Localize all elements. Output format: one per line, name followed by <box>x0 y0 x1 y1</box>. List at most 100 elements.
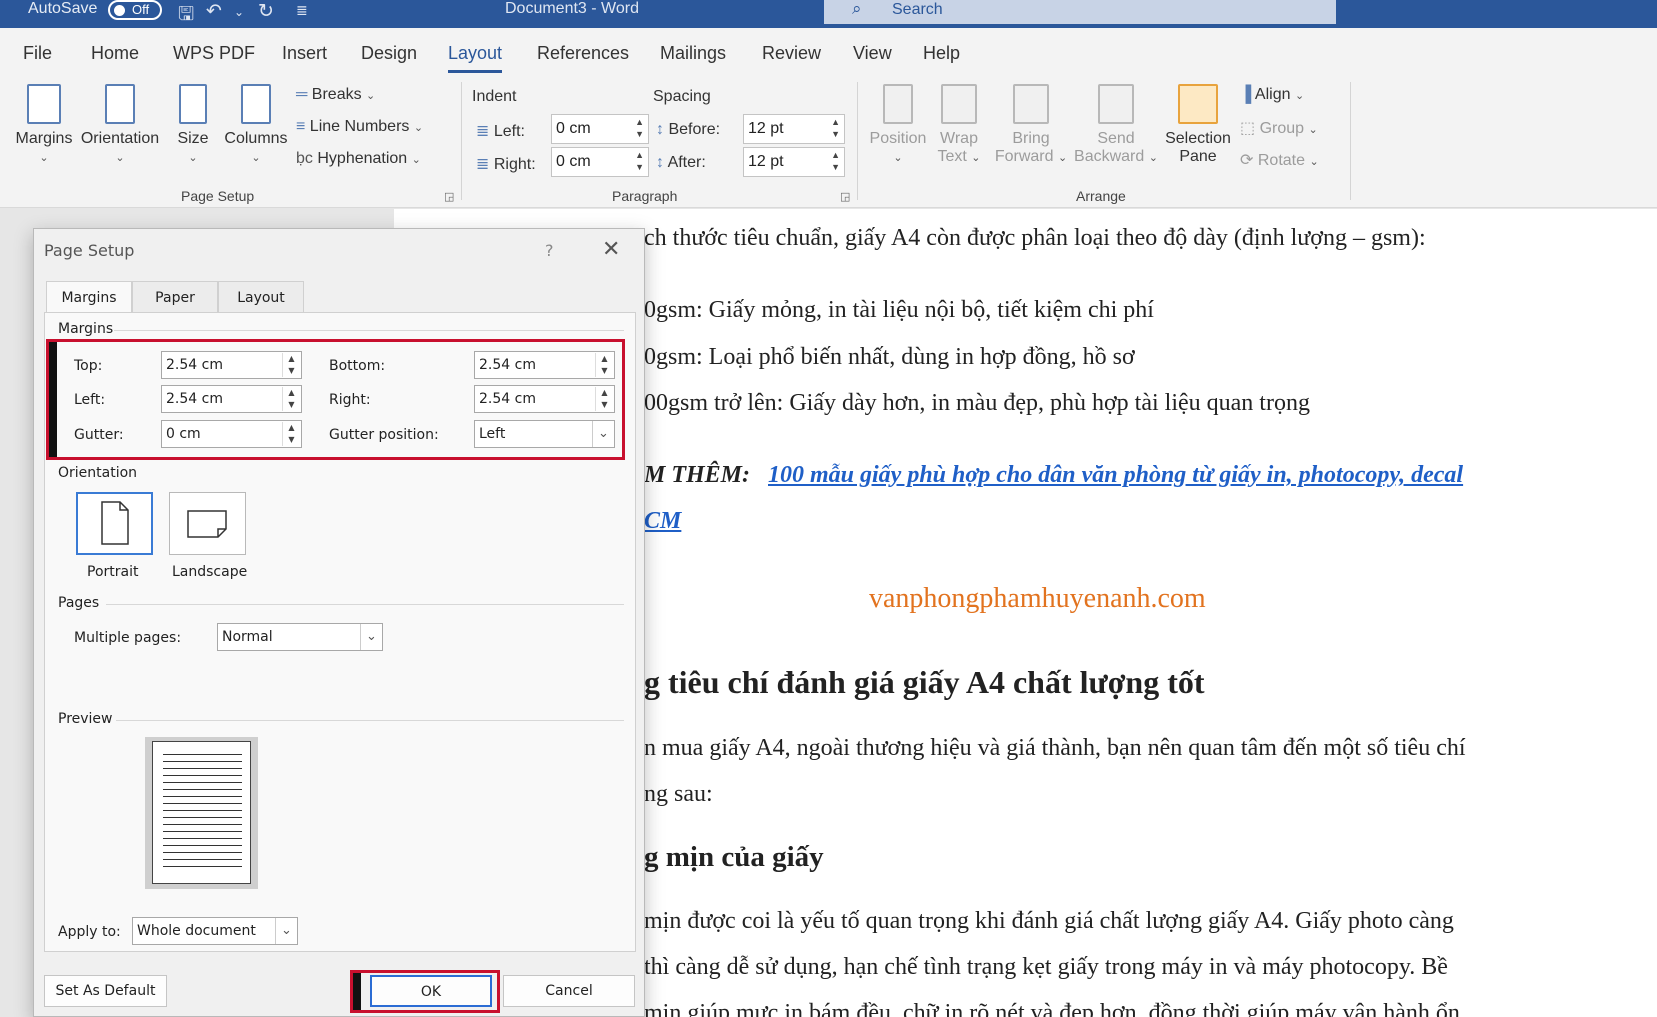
columns-button[interactable]: Columns ⌄ <box>222 84 290 166</box>
send-backward-label-1: Send <box>1097 130 1135 147</box>
autosave-toggle[interactable]: Off <box>108 0 162 20</box>
see-more-link-cont[interactable]: CM <box>644 508 681 535</box>
see-more-link[interactable]: 100 mẫu giấy phù hợp cho dân văn phòng t… <box>768 462 1463 489</box>
tab-references[interactable]: References <box>537 43 629 64</box>
tab-home[interactable]: Home <box>91 43 139 64</box>
tab-design[interactable]: Design <box>361 43 417 64</box>
gutter-position-select[interactable]: Left ⌄ <box>474 420 615 448</box>
spinner-arrows-icon[interactable]: ▲ ▼ <box>282 422 300 446</box>
tab-file[interactable]: File <box>23 43 52 64</box>
preview-line <box>163 866 242 867</box>
right-margin-input[interactable]: 2.54 cm ▲ ▼ <box>474 385 615 413</box>
search-icon: ⌕ <box>852 0 862 18</box>
spinner-arrows-icon[interactable]: ▲ ▼ <box>282 353 300 377</box>
preview-line <box>163 838 242 839</box>
page-setup-group-label: Page Setup <box>181 188 255 204</box>
left-margin-input[interactable]: 2.54 cm ▲ ▼ <box>161 385 302 413</box>
align-button[interactable]: ▐ Align ⌄ <box>1240 86 1304 104</box>
paragraph-launcher-icon[interactable]: ◲ <box>840 190 850 203</box>
search-box[interactable]: ⌕ Search <box>824 0 1336 24</box>
orientation-section-label: Orientation <box>58 465 138 481</box>
margins-button[interactable]: Margins ⌄ <box>12 84 76 166</box>
redo-icon[interactable]: ↻ <box>258 0 274 23</box>
undo-icon[interactable]: ↶ <box>206 0 222 23</box>
spacing-after-input[interactable]: 12 pt ▲ ▼ <box>743 147 845 177</box>
spinner-arrows-icon[interactable]: ▲ ▼ <box>595 353 613 377</box>
send-backward-button[interactable]: Send Backward ⌄ <box>1070 84 1162 166</box>
hyphenation-button[interactable]: ḅc Hyphenation ⌄ <box>296 150 421 168</box>
spacing-after-label: ↕ After: <box>656 154 706 172</box>
tab-review[interactable]: Review <box>762 43 821 64</box>
spinner-arrows-icon[interactable]: ▲ ▼ <box>831 116 840 140</box>
help-icon[interactable]: ? <box>545 241 554 260</box>
spacing-before-text: Before: <box>668 121 721 138</box>
spinner-arrows-icon[interactable]: ▲ ▼ <box>595 387 613 411</box>
chevron-down-icon: ⌄ <box>411 154 421 166</box>
multiple-pages-select[interactable]: Normal ⌄ <box>217 623 383 651</box>
ribbon-tabs: File Home WPS PDF Insert Design Layout R… <box>0 28 1657 76</box>
bring-forward-icon <box>1013 84 1049 124</box>
tab-insert[interactable]: Insert <box>282 43 327 64</box>
rotate-button[interactable]: ⟳ Rotate ⌄ <box>1240 150 1319 170</box>
tab-mailings[interactable]: Mailings <box>660 43 726 64</box>
page-setup-launcher-icon[interactable]: ◲ <box>444 190 454 203</box>
orientation-button[interactable]: Orientation ⌄ <box>78 84 162 166</box>
line-numbers-button[interactable]: ≡ Line Numbers ⌄ <box>296 118 423 136</box>
spinner-arrows-icon[interactable]: ▲ ▼ <box>831 149 840 173</box>
breaks-button[interactable]: ═ Breaks ⌄ <box>296 86 375 104</box>
indent-right-input[interactable]: 0 cm ▲ ▼ <box>551 147 649 177</box>
tab-dialog-layout[interactable]: Layout <box>218 281 304 313</box>
doc-paragraph: n mua giấy A4, ngoài thương hiệu và giá … <box>644 735 1466 761</box>
tab-layout[interactable]: Layout <box>448 43 503 73</box>
chevron-down-icon[interactable]: ⌄ <box>360 624 382 650</box>
multiple-pages-label: Multiple pages: <box>74 630 182 646</box>
wrap-text-button[interactable]: Wrap Text ⌄ <box>932 84 986 166</box>
gutter-input[interactable]: 0 cm ▲ ▼ <box>161 420 302 448</box>
top-margin-input[interactable]: 2.54 cm ▲ ▼ <box>161 351 302 379</box>
bring-forward-button[interactable]: Bring Forward ⌄ <box>990 84 1072 166</box>
chevron-down-icon[interactable]: ⌄ <box>592 421 614 447</box>
doc-paragraph: mịn giúp mực in bám đều, chữ in rõ nét v… <box>644 1000 1460 1017</box>
spacing-before-input[interactable]: 12 pt ▲ ▼ <box>743 114 845 144</box>
left-margin-value: 2.54 cm <box>166 391 223 407</box>
apply-to-select[interactable]: Whole document ⌄ <box>132 917 298 945</box>
landscape-label: Landscape <box>172 564 248 580</box>
landscape-option[interactable] <box>169 492 246 555</box>
portrait-option[interactable] <box>76 492 153 555</box>
margins-label: Margins <box>15 130 73 147</box>
portrait-icon <box>101 501 129 545</box>
position-button[interactable]: Position ⌄ <box>866 84 930 166</box>
group-button[interactable]: ⬚ Group ⌄ <box>1240 118 1318 138</box>
customize-qat-icon[interactable]: ≣ <box>296 2 308 19</box>
tab-paper[interactable]: Paper <box>132 281 218 313</box>
preview-line <box>163 754 242 755</box>
bottom-margin-input[interactable]: 2.54 cm ▲ ▼ <box>474 351 615 379</box>
spinner-arrows-icon[interactable]: ▲ ▼ <box>635 116 644 140</box>
tab-margins[interactable]: Margins <box>46 281 132 313</box>
undo-dropdown-icon[interactable]: ⌄ <box>234 5 244 19</box>
tab-view[interactable]: View <box>853 43 892 64</box>
tab-wps-pdf[interactable]: WPS PDF <box>173 43 255 64</box>
spacing-heading: Spacing <box>653 88 711 105</box>
size-button[interactable]: Size ⌄ <box>170 84 216 166</box>
arrange-group-label: Arrange <box>1076 188 1126 204</box>
rotate-label: Rotate <box>1257 152 1305 169</box>
cancel-button[interactable]: Cancel <box>503 975 635 1007</box>
apply-to-label: Apply to: <box>58 924 121 940</box>
left-margin-label: Left: <box>74 392 106 408</box>
chevron-down-icon[interactable]: ⌄ <box>275 918 297 944</box>
preview-line <box>163 768 242 769</box>
doc-line: ch thước tiêu chuẩn, giấy A4 còn được ph… <box>644 225 1426 251</box>
spinner-arrows-icon[interactable]: ▲ ▼ <box>282 387 300 411</box>
tab-help[interactable]: Help <box>923 43 960 64</box>
indent-left-input[interactable]: 0 cm ▲ ▼ <box>551 114 649 144</box>
align-label: Align <box>1254 86 1291 103</box>
apply-to-value: Whole document <box>137 923 256 939</box>
selection-pane-button[interactable]: Selection Pane <box>1162 84 1234 166</box>
preview-line <box>163 810 242 811</box>
set-as-default-button[interactable]: Set As Default <box>44 975 167 1007</box>
close-icon[interactable]: ✕ <box>602 237 620 262</box>
dialog-title: Page Setup <box>44 241 135 260</box>
spinner-arrows-icon[interactable]: ▲ ▼ <box>635 149 644 173</box>
highlight-marker <box>353 973 361 1010</box>
